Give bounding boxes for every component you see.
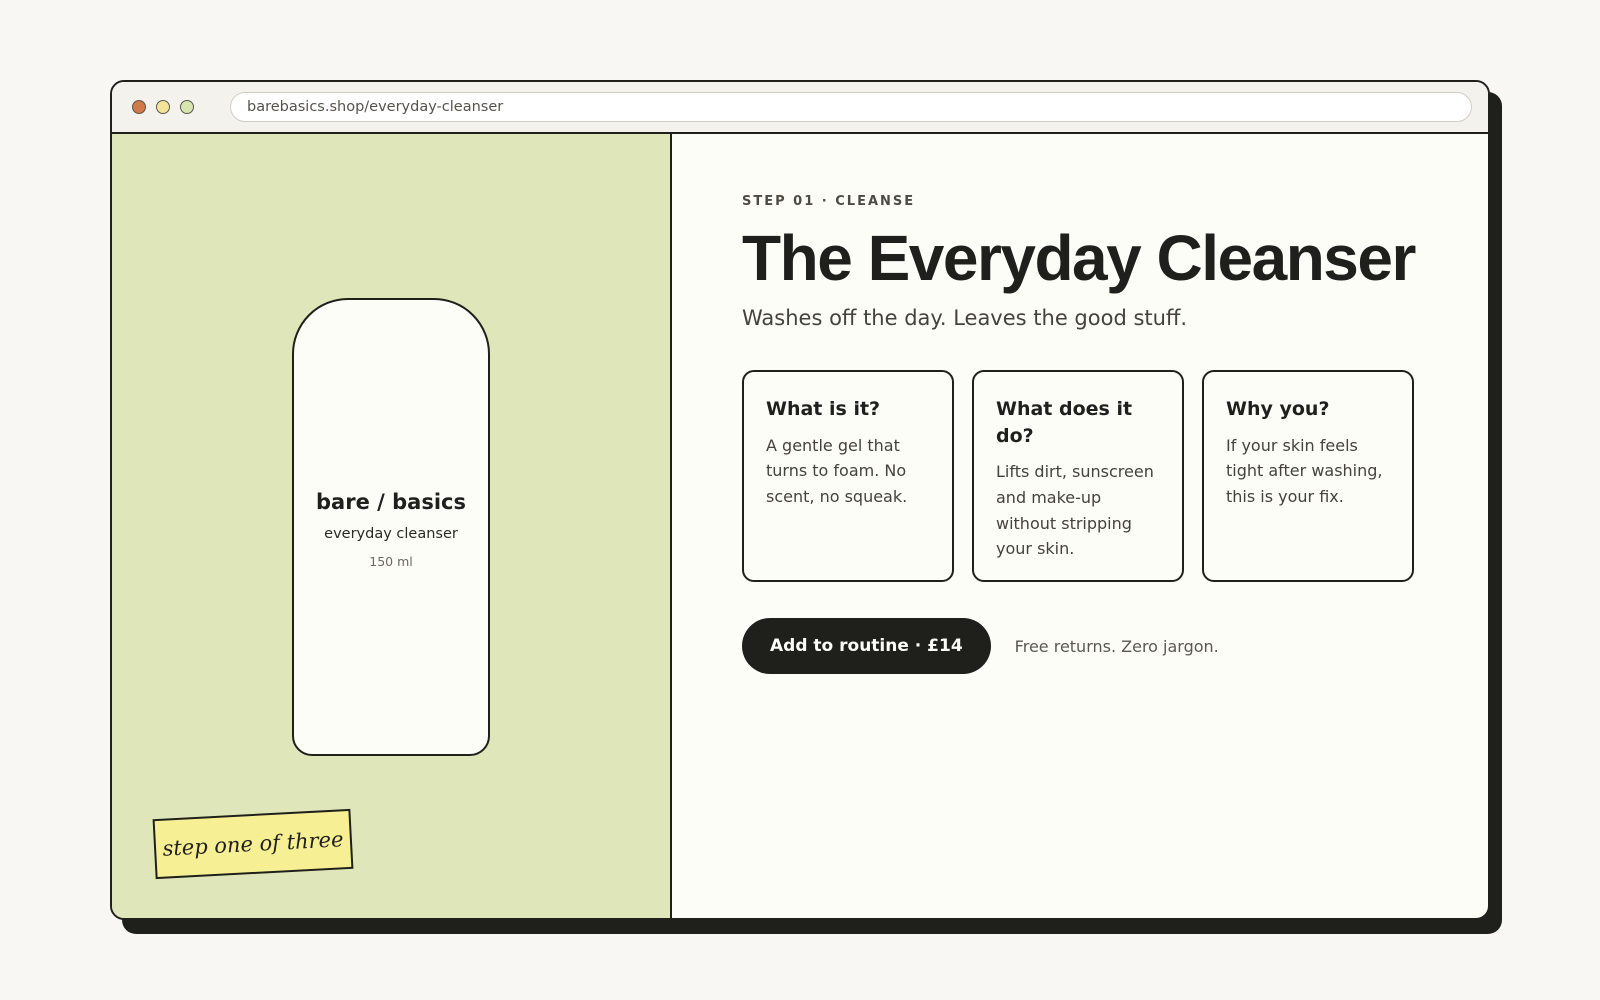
address-bar[interactable]: barebasics.shop/everyday-cleanser xyxy=(230,92,1472,122)
card-body: Lifts dirt, sunscreen and make-up withou… xyxy=(996,462,1154,559)
url-text: barebasics.shop/everyday-cleanser xyxy=(247,99,504,115)
returns-note: Free returns. Zero jargon. xyxy=(1014,636,1219,656)
step-sticky-note: step one of three xyxy=(152,808,354,880)
card-body: If your skin feels tight after washing, … xyxy=(1226,435,1383,506)
product-bottle-illustration: bare / basics everyday cleanser 150 ml xyxy=(292,298,490,756)
bottle-product-name: everyday cleanser xyxy=(324,526,458,542)
info-card-what-does-it-do: What does it do? Lifts dirt, sunscreen a… xyxy=(972,370,1184,583)
product-tagline: Washes off the day. Leaves the good stuf… xyxy=(742,306,1188,331)
close-window-dot[interactable] xyxy=(132,100,146,114)
minimize-window-dot[interactable] xyxy=(156,100,170,114)
sticky-note-text: step one of three xyxy=(161,827,344,861)
info-card-why-you: Why you? If your skin feels tight after … xyxy=(1202,370,1414,583)
cta-row: Add to routine · £14 Free returns. Zero … xyxy=(742,618,1488,675)
maximize-window-dot[interactable] xyxy=(180,100,194,114)
info-card-what-is-it: What is it? A gentle gel that turns to f… xyxy=(742,370,954,583)
add-to-routine-button[interactable]: Add to routine · £14 xyxy=(742,618,991,675)
product-title: The Everyday Cleanser xyxy=(742,222,1416,294)
info-cards: What is it? A gentle gel that turns to f… xyxy=(742,370,1488,583)
product-details-panel: STEP 01 · CLEANSE The Everyday Cleanser … xyxy=(672,134,1488,918)
bottle-brand-label: bare / basics xyxy=(316,490,466,514)
card-title: What does it do? xyxy=(996,398,1133,447)
browser-chrome: barebasics.shop/everyday-cleanser xyxy=(112,82,1488,134)
step-eyebrow: STEP 01 · CLEANSE xyxy=(742,194,916,209)
card-title: What is it? xyxy=(766,398,881,421)
bottle-size-label: 150 ml xyxy=(369,554,413,569)
card-title: Why you? xyxy=(1226,398,1330,421)
product-visual-panel: bare / basics everyday cleanser 150 ml s… xyxy=(112,134,672,918)
page-content: bare / basics everyday cleanser 150 ml s… xyxy=(112,134,1488,918)
browser-window: barebasics.shop/everyday-cleanser bare /… xyxy=(110,80,1490,920)
card-body: A gentle gel that turns to foam. No scen… xyxy=(766,435,908,506)
